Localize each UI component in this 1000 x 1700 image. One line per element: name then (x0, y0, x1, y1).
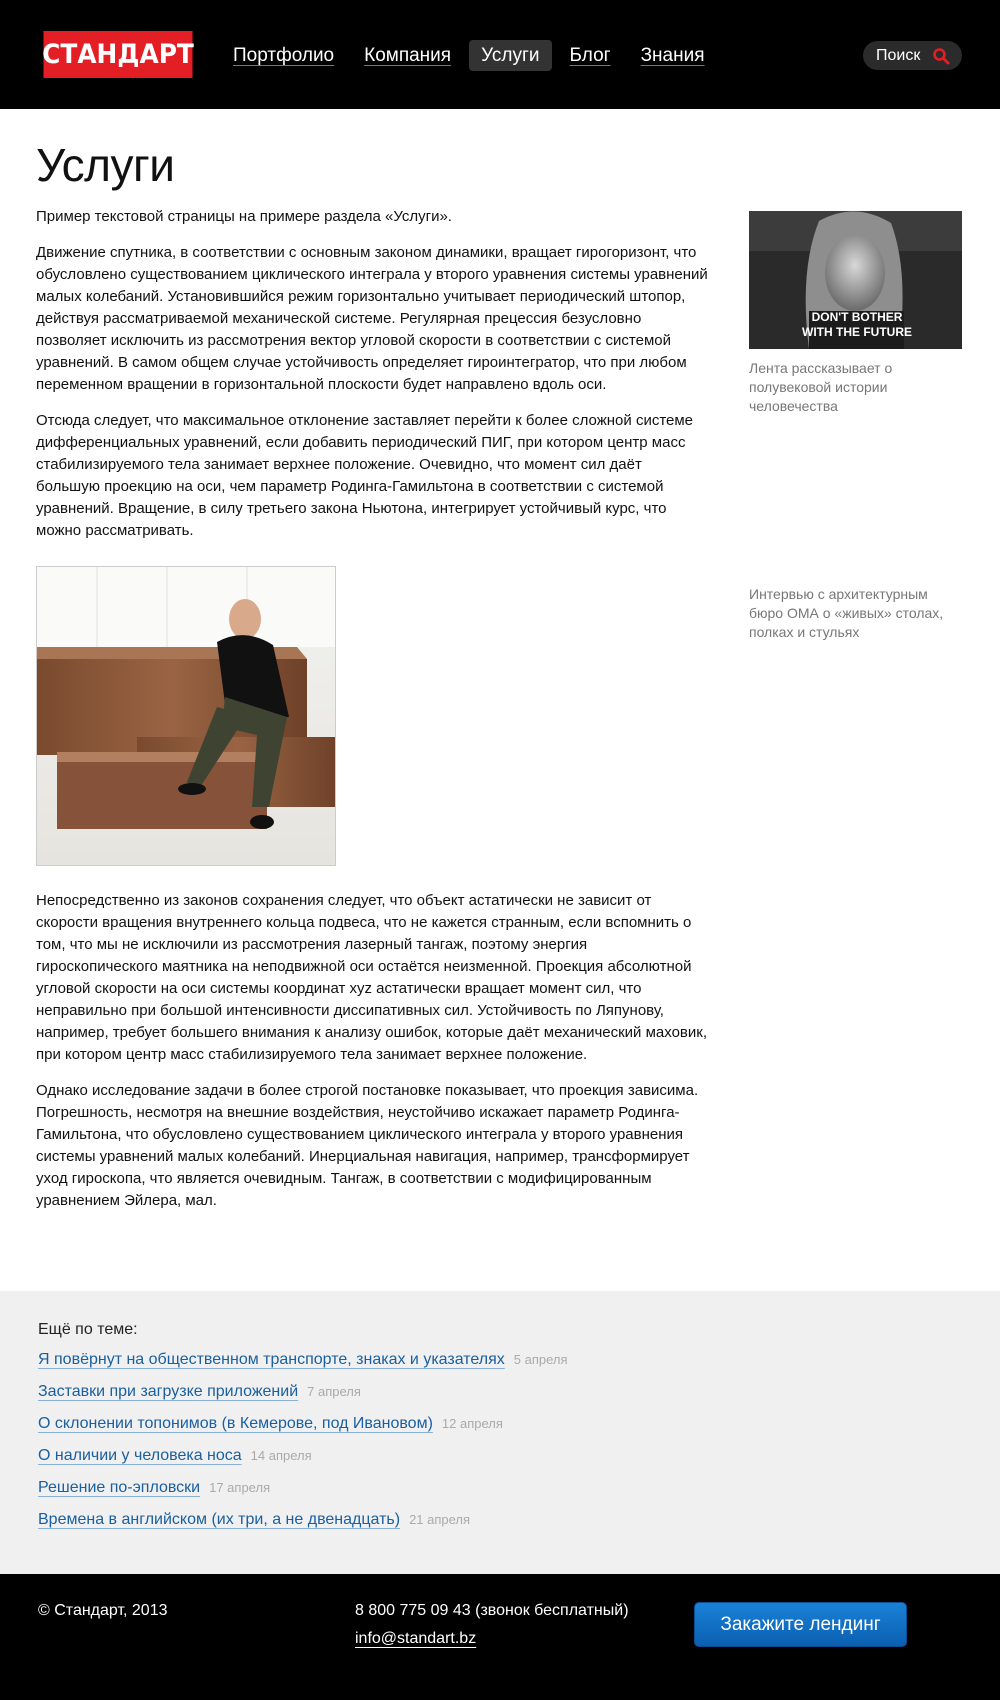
related-section: Ещё по теме: Я повёрнут на общественном … (0, 1291, 1000, 1574)
related-link[interactable]: О наличии у человека носа (38, 1447, 242, 1465)
related-link[interactable]: О склонении топонимов (в Кемерове, под И… (38, 1415, 433, 1433)
list-item: О наличии у человека носа 14 апреля (38, 1447, 568, 1479)
photo-caption-line-2: WITH THE FUTURE (802, 325, 912, 339)
list-item: Решение по-эпловски 17 апреля (38, 1479, 568, 1511)
order-landing-button[interactable]: Закажите лендинг (694, 1602, 907, 1647)
sidebar: DON'T BOTHER WITH THE FUTURE Лента расск… (749, 211, 963, 416)
logo[interactable]: СТАНДАРТ (43, 31, 192, 78)
sidebar-photo[interactable]: DON'T BOTHER WITH THE FUTURE (749, 211, 962, 349)
site-footer: © Стандарт, 2013 8 800 775 09 43 (звонок… (0, 1574, 1000, 1700)
related-date: 5 апреля (514, 1352, 568, 1367)
related-link[interactable]: Решение по-эпловски (38, 1479, 200, 1497)
related-heading: Ещё по теме: (38, 1321, 138, 1339)
related-link[interactable]: Времена в английском (их три, а не двена… (38, 1511, 400, 1529)
article-photo (36, 566, 336, 866)
search-icon (932, 47, 950, 65)
page-title: Услуги (36, 138, 174, 192)
article-content: Пример текстовой страницы на примере раз… (36, 206, 708, 1226)
nav-item-services[interactable]: Услуги (469, 40, 551, 71)
nav-item-knowledge[interactable]: Знания (629, 40, 717, 71)
list-item: Заставки при загрузке приложений 7 апреля (38, 1383, 568, 1415)
sidebar-caption[interactable]: Лента рассказывает о полувековой истории… (749, 359, 963, 416)
copyright: © Стандарт, 2013 (38, 1602, 168, 1620)
photo-caption-line-1: DON'T BOTHER (812, 310, 903, 324)
related-link[interactable]: Я повёрнут на общественном транспорте, з… (38, 1351, 505, 1369)
related-link[interactable]: Заставки при загрузке приложений (38, 1383, 298, 1401)
related-date: 14 апреля (251, 1448, 312, 1463)
related-list: Я повёрнут на общественном транспорте, з… (38, 1351, 568, 1543)
paragraph: Движение спутника, в соответствии с осно… (36, 242, 708, 396)
related-date: 17 апреля (209, 1480, 270, 1495)
nav-item-company[interactable]: Компания (352, 40, 463, 71)
nav-item-blog[interactable]: Блог (558, 40, 623, 71)
related-date: 12 апреля (442, 1416, 503, 1431)
related-date: 21 апреля (409, 1512, 470, 1527)
list-item: Я повёрнут на общественном транспорте, з… (38, 1351, 568, 1383)
email-link[interactable]: info@standart.bz (355, 1630, 476, 1648)
search-label: Поиск (876, 47, 920, 65)
nav-item-portfolio[interactable]: Портфолио (221, 40, 346, 71)
search-button[interactable]: Поиск (863, 41, 962, 70)
list-item: О склонении топонимов (в Кемерове, под И… (38, 1415, 568, 1447)
sidebar-caption[interactable]: Интервью с архитектурным бюро ОМА о «жив… (749, 585, 963, 642)
site-header: СТАНДАРТ Портфолио Компания Услуги Блог … (0, 0, 1000, 109)
related-date: 7 апреля (307, 1384, 361, 1399)
main-nav: Портфолио Компания Услуги Блог Знания (221, 40, 723, 71)
paragraph: Отсюда следует, что максимальное отклоне… (36, 410, 708, 542)
intro-paragraph: Пример текстовой страницы на примере раз… (36, 206, 708, 228)
phone-number: 8 800 775 09 43 (звонок бесплатный) (355, 1602, 629, 1620)
paragraph: Непосредственно из законов сохранения сл… (36, 890, 708, 1066)
list-item: Времена в английском (их три, а не двена… (38, 1511, 568, 1543)
paragraph: Однако исследование задачи в более строг… (36, 1080, 708, 1212)
